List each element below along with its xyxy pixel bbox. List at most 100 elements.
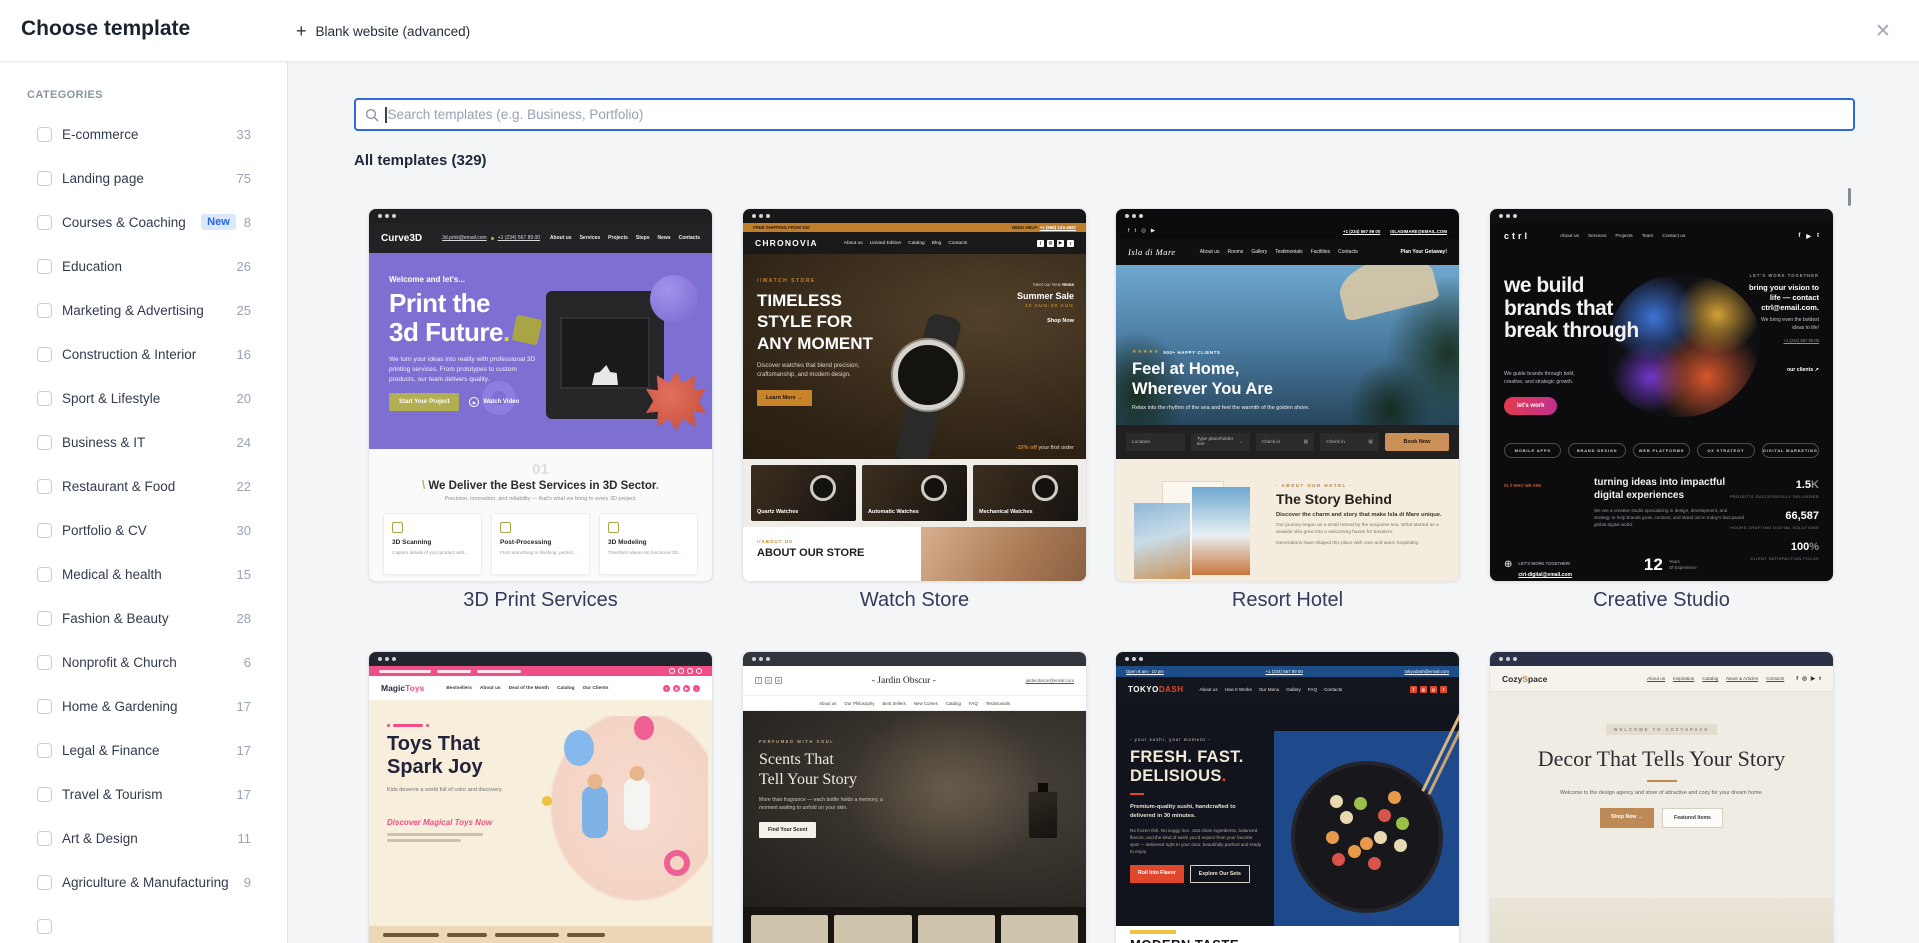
category-checkbox[interactable] (37, 214, 52, 230)
preview-contact: 3d.print@email.com +1 (234) 567 89 00 (442, 235, 540, 241)
preview-nav-link: FAQ (1307, 686, 1318, 692)
category-item[interactable]: Courses & Coaching New 8 (0, 200, 287, 244)
category-checkbox[interactable] (37, 566, 52, 582)
template-card-3d-print-services[interactable]: Curve3D 3d.print@email.com +1 (234) 567 … (368, 208, 713, 582)
preview-primary-button: Learn More → (757, 389, 812, 406)
template-slot: FREE SHIPPING FROM $20 NEED HELP: +1 (55… (742, 208, 1087, 612)
category-item[interactable]: Nonprofit & Church 6 (0, 640, 287, 684)
category-checkbox[interactable] (37, 610, 52, 626)
category-checkbox[interactable] (37, 478, 52, 494)
category-item[interactable]: E-commerce 33 (0, 112, 287, 156)
template-card-creative-studio[interactable]: ctrl About us Services Projects Team Contact… (1489, 208, 1834, 582)
browser-chrome (1116, 209, 1459, 223)
category-checkbox[interactable] (37, 830, 52, 846)
blank-website-button[interactable]: + Blank website (advanced) (290, 0, 476, 62)
category-checkbox[interactable] (37, 698, 52, 714)
category-checkbox[interactable] (37, 302, 52, 318)
browser-chrome (743, 652, 1086, 666)
category-checkbox[interactable] (37, 170, 52, 186)
template-card-sushi[interactable]: Open 8 am - 10 pm +1 (234) 567 89 00 tok… (1115, 651, 1460, 943)
preview-body: Premium-quality sushi, handcrafted to de… (1130, 804, 1236, 820)
preview-nav-link: Inspiration (1673, 676, 1695, 681)
category-checkbox[interactable] (37, 918, 52, 934)
category-item[interactable]: Restaurant & Food 22 (0, 464, 287, 508)
category-count: 9 (243, 874, 251, 890)
section-number: 01 (532, 461, 549, 478)
story-paragraph: Our journey began as a small retreat by … (1276, 523, 1439, 536)
nav-cta: Plan Your Getaway! (1400, 249, 1448, 255)
category-item[interactable]: Business & IT 24 (0, 420, 287, 464)
close-button[interactable]: ✕ (1867, 15, 1899, 47)
about-section: //ABOUT US ABOUT OUR STORE (743, 527, 1086, 581)
contact-sub-line: ideas to life! (1792, 324, 1819, 331)
search-icon (365, 108, 379, 121)
category-item[interactable]: Medical & health 15 (0, 552, 287, 596)
category-checkbox[interactable] (37, 742, 52, 758)
calendar-icon: ▦ (1303, 439, 1309, 445)
category-checkbox[interactable] (37, 390, 52, 406)
template-card-watch-store[interactable]: FREE SHIPPING FROM $20 NEED HELP: +1 (55… (742, 208, 1087, 582)
category-item[interactable]: Agriculture & Manufacturing 9 (0, 860, 287, 904)
window-dots-icon (1125, 214, 1129, 218)
template-slot: MagicToys Bestsellers About us Deal of the… (368, 651, 713, 943)
preview-body: Discover watches that blend precision, c… (757, 362, 860, 378)
tag-pill: BRAND DESIGN (1568, 442, 1626, 458)
category-label: Construction & Interior (62, 346, 197, 362)
about-photo (921, 527, 1086, 581)
category-item[interactable]: Sport & Lifestyle 20 (0, 376, 287, 420)
scrollbar-thumb[interactable] (1848, 188, 1851, 206)
template-name: Creative Studio (1593, 589, 1730, 611)
template-card-decor[interactable]: CozySpace About us Inspiration Catalog News… (1489, 651, 1834, 943)
search-input[interactable] (387, 100, 1853, 129)
preview-navbar: Isla di Mare About us Rooms Gallery Testimo… (1116, 239, 1459, 265)
category-item[interactable]: Construction & Interior 16 (0, 332, 287, 376)
template-card-resort-hotel[interactable]: f t ◎ ▶ +1 (234) 567 89 00 ISLADIMARE@EM… (1115, 208, 1460, 582)
template-card-perfume[interactable]: f ◎ in - Jardin Obscur - jardinobscur@emai… (742, 651, 1087, 943)
category-item[interactable]: Art & Design 11 (0, 816, 287, 860)
stats-block: 1.5K PROJECTS SUCCESSFULLY DELIVERED 66,… (1730, 475, 1819, 568)
preview-nav-links: About us Limited Edition Catalog Blog Contac… (844, 241, 968, 246)
category-checkbox[interactable] (37, 654, 52, 670)
category-count: 26 (236, 258, 251, 274)
browser-chrome (369, 209, 712, 223)
tag-pills: MOBILE APPS BRAND DESIGN WEB PLATFORMS UX S… (1490, 437, 1833, 463)
preview-nav-link: Steps (635, 235, 650, 241)
preview-nav-link: Testimonials (985, 700, 1010, 706)
category-checkbox[interactable] (37, 522, 52, 538)
category-item[interactable]: Portfolio & CV 30 (0, 508, 287, 552)
about-text: //ABOUT US ABOUT OUR STORE (743, 527, 921, 581)
stat-caption: CLIENT SATISFACTION FOCUS (1750, 557, 1819, 561)
category-checkbox[interactable] (37, 786, 52, 802)
preview-primary-button: let's work (1504, 397, 1558, 415)
category-checkbox[interactable] (37, 346, 52, 362)
globe-icon: ⊕ (1504, 559, 1513, 570)
category-item[interactable]: Landing page 75 (0, 156, 287, 200)
stat-caption: HOURS CRAFTING DIGITAL SOLUTIONS (1730, 526, 1819, 530)
category-item[interactable]: Home & Gardening 17 (0, 684, 287, 728)
category-item[interactable]: Fashion & Beauty 28 (0, 596, 287, 640)
preview-nav-link: Gallery (1251, 249, 1268, 255)
social-icon (669, 668, 675, 674)
preview-navbar: ctrl About us Services Projects Team Contact… (1490, 223, 1833, 249)
template-card-toys[interactable]: MagicToys Bestsellers About us Deal of the… (368, 651, 713, 943)
category-checkbox[interactable] (37, 434, 52, 450)
new-badge: New (201, 214, 236, 230)
ring-graphic (664, 850, 690, 876)
product-tile (751, 915, 829, 943)
category-checkbox[interactable] (37, 258, 52, 274)
preview-nav-link: Catalog (1702, 676, 1719, 681)
category-item[interactable]: Travel & Tourism 17 (0, 772, 287, 816)
category-label: Medical & health (62, 566, 162, 582)
category-checkbox[interactable] (37, 874, 52, 890)
preview-navbar: TOKYODASH About us How It Works Our Menu Ga… (1116, 677, 1459, 701)
category-item[interactable]: Marketing & Advertising 25 (0, 288, 287, 332)
preview-primary-button: Roll Into Flavor (1130, 865, 1184, 884)
category-item[interactable]: Education 26 (0, 244, 287, 288)
category-label: Agriculture & Manufacturing (62, 874, 229, 890)
category-checkbox[interactable] (37, 126, 52, 142)
category-item[interactable] (0, 904, 287, 943)
bottom-band: MODERN TASTE (1116, 926, 1459, 943)
stat-suffix: % (1809, 541, 1819, 553)
category-item[interactable]: Legal & Finance 17 (0, 728, 287, 772)
template-slot: f t ◎ ▶ +1 (234) 567 89 00 ISLADIMARE@EM… (1115, 208, 1460, 612)
